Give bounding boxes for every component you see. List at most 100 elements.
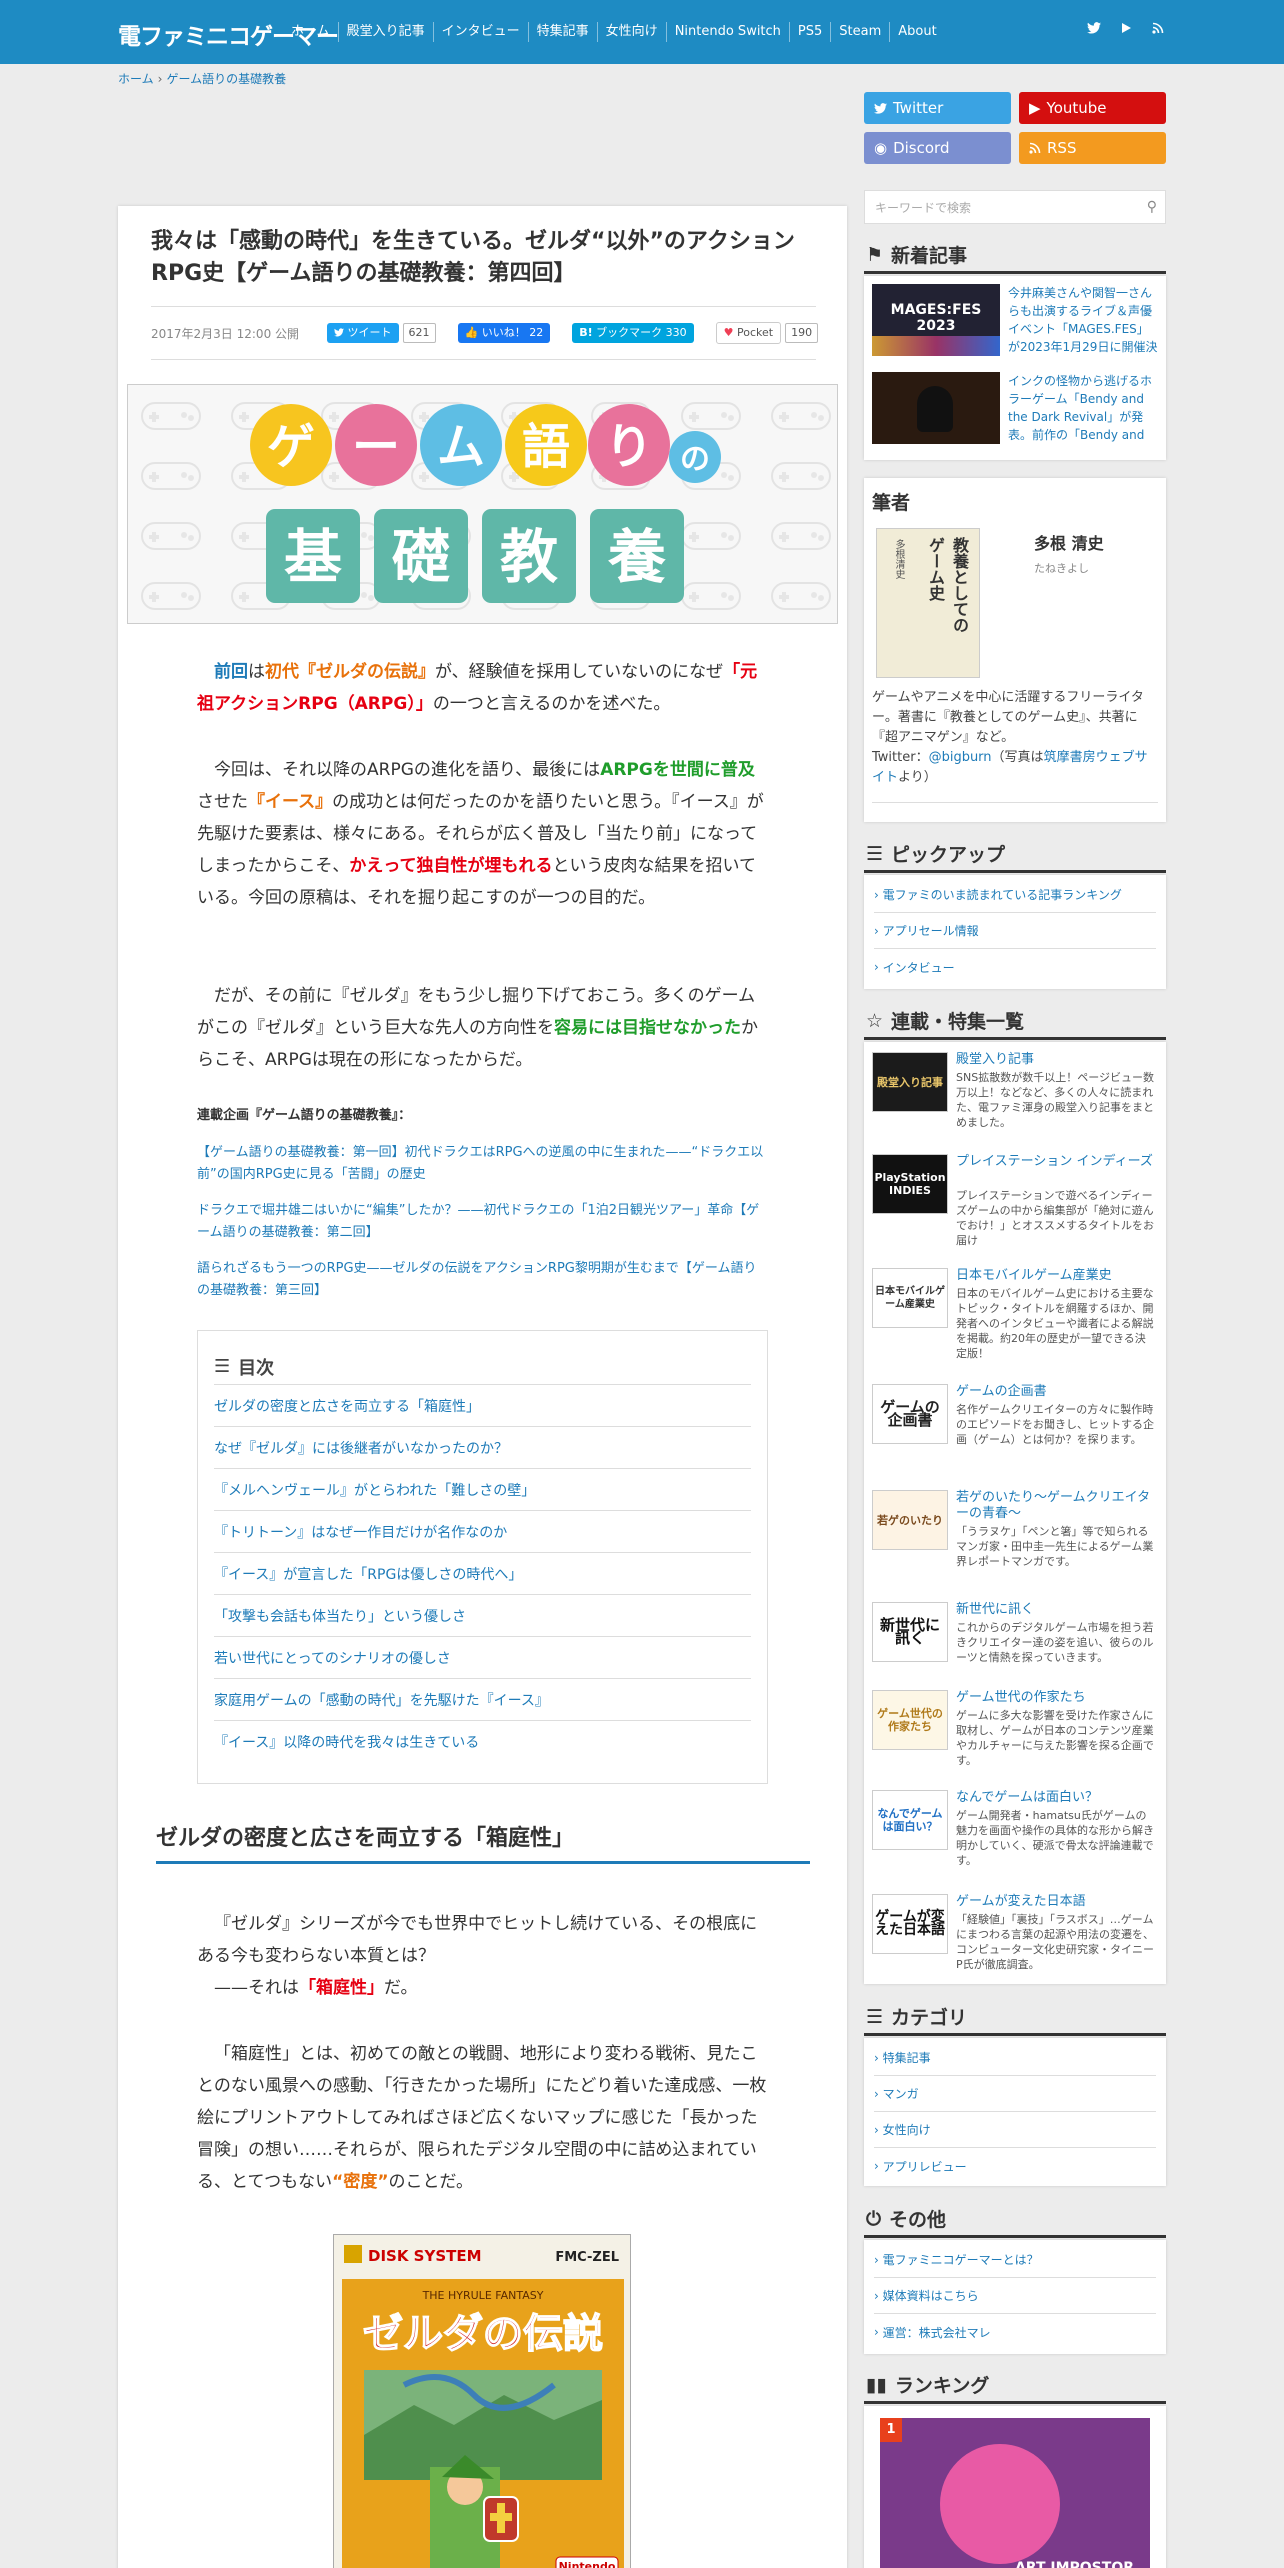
toc-item[interactable]: 『イース』以降の時代を我々は生きている xyxy=(214,1721,751,1763)
category-link[interactable]: › 特集記事 xyxy=(874,2040,1156,2076)
series-title[interactable]: ゲームの企画書 xyxy=(956,1384,1156,1400)
text-run: のことだ。 xyxy=(388,2172,474,2192)
series-title[interactable]: 日本モバイルゲーム産業史 xyxy=(956,1268,1156,1284)
pocket-button[interactable]: ♥ Pocket xyxy=(715,322,782,344)
series-title[interactable]: 殿堂入り記事 xyxy=(956,1052,1156,1068)
other-link[interactable]: › 運営：株式会社マレ xyxy=(874,2314,1156,2350)
box-top-right: FMC-ZEL xyxy=(555,2250,619,2265)
twitter-follow-button[interactable]: Twitter xyxy=(864,92,1011,124)
series-title[interactable]: ゲーム世代の作家たち xyxy=(956,1690,1156,1706)
tweet-share[interactable]: ツイート 621 xyxy=(327,323,436,343)
search-placeholder: キーワードで検索 xyxy=(875,200,972,215)
youtube-icon[interactable] xyxy=(1118,22,1134,38)
previous-article-link[interactable]: 前回 xyxy=(214,662,248,682)
category-link[interactable]: › マンガ xyxy=(874,2076,1156,2112)
nav-switch[interactable]: Nintendo Switch xyxy=(667,22,790,42)
discord-button[interactable]: ◉ Discord xyxy=(864,132,1011,164)
series-thumb: 若ゲのいたり xyxy=(872,1490,948,1550)
pickup-label: アプリセール情報 xyxy=(882,924,979,938)
hatena-share[interactable]: B! ブックマーク 330 xyxy=(572,323,694,343)
text-run: 『ゼルダ』シリーズが今でも世界中でヒットし続けている、その根底にある今も変わらな… xyxy=(197,1914,758,1966)
other-link[interactable]: › 電ファミニコゲーマーとは？ xyxy=(874,2242,1156,2278)
nav-steam[interactable]: Steam xyxy=(831,22,891,42)
ranking-thumb[interactable]: ART IMPOSTOR 1 xyxy=(880,2418,1150,2568)
youtube-button[interactable]: ▶ Youtube xyxy=(1019,92,1166,124)
author-twitter-link[interactable]: @bigburn xyxy=(929,750,992,765)
site-header: 電ファミニコゲーマー ホーム 殿堂入り記事 インタビュー 特集記事 女性向け N… xyxy=(0,0,1284,64)
pickup-link[interactable]: › インタビュー xyxy=(874,949,1156,985)
nav-home[interactable]: ホーム xyxy=(291,22,339,42)
new-article-thumb-2[interactable] xyxy=(872,372,1000,444)
rank-badge: 1 xyxy=(880,2418,902,2442)
new-article-link-1[interactable]: 今井麻美さんや関智一さんらも出演するライブ＆声優イベント「MAGES.FES」が… xyxy=(1008,284,1158,356)
series-title[interactable]: 新世代に訊く xyxy=(956,1602,1156,1618)
series-title[interactable]: プレイステーション インディーズ xyxy=(956,1154,1156,1170)
toc-item[interactable]: 『トリトーン』はなぜ一作目だけが名作なのか xyxy=(214,1511,751,1553)
toc-item[interactable]: 『メルヘンヴェール』がとらわれた「難しさの壁」 xyxy=(214,1469,751,1511)
nav-interview[interactable]: インタビュー xyxy=(434,22,529,42)
breadcrumb: ホーム › ゲーム語りの基礎教養 xyxy=(118,70,286,87)
tweet-button[interactable]: ツイート xyxy=(327,323,399,343)
search-icon[interactable]: ⚲ xyxy=(1147,199,1157,215)
bio-text: （写真は xyxy=(991,750,1044,765)
hero-kanji-3: 教 xyxy=(500,523,558,591)
toc-item[interactable]: 家庭用ゲームの「感動の時代」を先駆けた『イース』 xyxy=(214,1679,751,1721)
other-link[interactable]: › 媒体資料はこちら xyxy=(874,2278,1156,2314)
toc-item[interactable]: 『イース』が宣言した「RPGは優しさの時代へ」 xyxy=(214,1553,751,1595)
category-link[interactable]: › アプリレビュー xyxy=(874,2148,1156,2184)
search-input[interactable]: キーワードで検索 ⚲ xyxy=(864,190,1166,224)
nav-features[interactable]: 特集記事 xyxy=(529,22,598,42)
category-label: マンガ xyxy=(882,2087,919,2101)
chevron-right-icon: › xyxy=(874,923,883,938)
series-desc: これからのデジタルゲーム市場を担う若きクリエイター達の姿を追い、彼らのルーツと情… xyxy=(956,1621,1154,1664)
article-title: 我々は「感動の時代」を生きている。ゼルダ“以外”のアクションRPG史【ゲーム語り… xyxy=(151,229,795,286)
rss-icon xyxy=(1029,142,1041,154)
article-meta: 2017年2月3日 12:00 公開 ツイート 621 👍 いいね！ 22 B!… xyxy=(151,306,819,360)
breadcrumb-home[interactable]: ホーム xyxy=(118,72,154,86)
pocket-share[interactable]: ♥ Pocket 190 xyxy=(715,322,819,344)
zelda-box-art: DISK SYSTEM FMC-ZEL THE HYRULE FANTASY ゼ… xyxy=(333,2234,631,2568)
author-book-cover[interactable]: 教養としてのゲーム史 多根清史 xyxy=(876,528,980,678)
highlight-text: 『イース』 xyxy=(248,792,333,812)
series-thumb: 殿堂入り記事 xyxy=(872,1052,948,1112)
like-button[interactable]: 👍 いいね！ 22 xyxy=(457,323,551,343)
breadcrumb-series[interactable]: ゲーム語りの基礎教養 xyxy=(166,72,286,86)
nav-about[interactable]: About xyxy=(890,22,944,42)
series-link-1[interactable]: 【ゲーム語りの基礎教養：第一回】初代ドラクエはRPGへの逆風の中に生まれた——“… xyxy=(197,1142,768,1186)
hatena-button[interactable]: B! ブックマーク 330 xyxy=(572,323,694,343)
hatena-count: 330 xyxy=(665,326,687,339)
series-title[interactable]: 若ゲのいたり〜ゲームクリエイターの青春〜 xyxy=(956,1490,1156,1522)
series-title[interactable]: なんでゲームは面白い？ xyxy=(956,1790,1156,1806)
rss-button[interactable]: RSS xyxy=(1019,132,1166,164)
section-paragraph-1: 『ゼルダ』シリーズが今でも世界中でヒットし続けている、その根底にある今も変わらな… xyxy=(197,1908,768,2004)
other-heading: その他 xyxy=(889,2209,947,2231)
list-icon: ☰ xyxy=(866,842,884,865)
toc-item[interactable]: 「攻撃も会話も体当たり」という優しさ xyxy=(214,1595,751,1637)
toc-item[interactable]: なぜ『ゼルダ』には後継者がいなかったのか？ xyxy=(214,1427,751,1469)
nav-women[interactable]: 女性向け xyxy=(598,22,667,42)
new-article-thumb-1[interactable]: MAGES:FES 2023 xyxy=(872,284,1000,356)
list-icon: ☰ xyxy=(866,2005,884,2028)
text-run: ——それは xyxy=(214,1978,299,1998)
bio-text: Twitter： xyxy=(872,750,929,765)
series-link-2[interactable]: ドラクエで堀井雄二はいかに“編集”したか？——初代ドラクエの「1泊2日観光ツアー… xyxy=(197,1200,768,1244)
pocket-icon: ♥ xyxy=(723,326,734,339)
other-label: 運営：株式会社マレ xyxy=(882,2325,991,2340)
book-author: 多根清史 xyxy=(893,539,904,579)
toc-item[interactable]: ゼルダの密度と広さを両立する「箱庭性」 xyxy=(214,1385,751,1427)
hero-kanji-4: 養 xyxy=(607,523,666,591)
nav-ps5[interactable]: PS5 xyxy=(790,22,832,42)
rss-icon[interactable] xyxy=(1150,22,1166,38)
category-link[interactable]: › 女性向け xyxy=(874,2112,1156,2148)
nav-hall-of-fame[interactable]: 殿堂入り記事 xyxy=(339,22,434,42)
chevron-right-icon: › xyxy=(874,2050,883,2065)
new-article-link-2[interactable]: インクの怪物から逃げるホラーゲーム「Bendy and the Dark Rev… xyxy=(1008,372,1158,444)
pickup-link[interactable]: › 電ファミのいま読まれている記事ランキング xyxy=(874,877,1156,913)
like-share[interactable]: 👍 いいね！ 22 xyxy=(457,323,551,343)
series-title[interactable]: ゲームが変えた日本語 xyxy=(956,1894,1156,1910)
series-link-3[interactable]: 語られざるもう一つのRPG史——ゼルダの伝説をアクションRPG黎明期が生むまで【… xyxy=(197,1258,768,1302)
pickup-link[interactable]: › アプリセール情報 xyxy=(874,913,1156,949)
series-desc: ゲームに多大な影響を受けた作家さんに取材し、ゲームが日本のコンテンツ産業やカルチ… xyxy=(956,1709,1154,1767)
twitter-icon[interactable] xyxy=(1086,22,1102,38)
toc-item[interactable]: 若い世代にとってのシナリオの優しさ xyxy=(214,1637,751,1679)
